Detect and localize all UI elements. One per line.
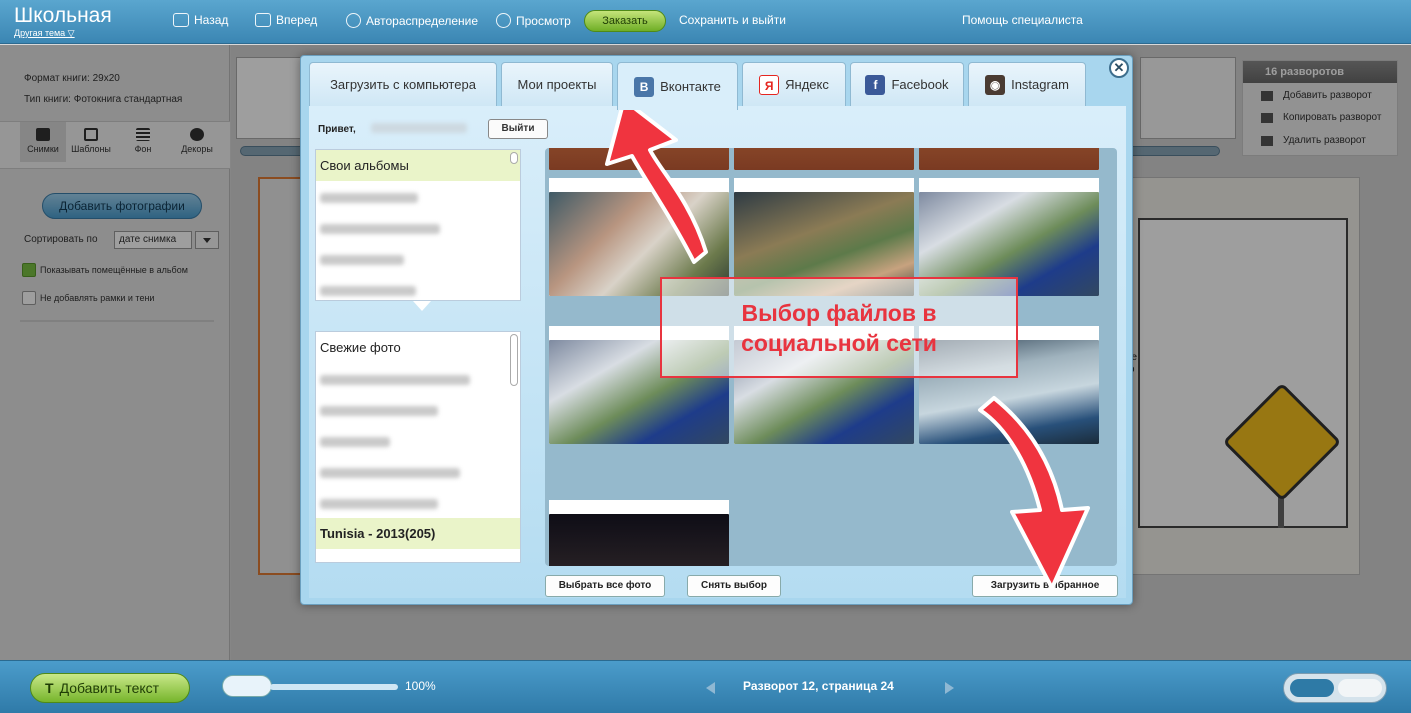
list-item[interactable] [316, 394, 520, 425]
list-item[interactable] [316, 487, 520, 518]
tab-yandex[interactable]: Я Яндекс [742, 62, 846, 106]
photo-thumb[interactable] [549, 148, 729, 170]
auto-distribute-button[interactable]: Автораспределение [346, 13, 478, 28]
scrollbar[interactable] [510, 152, 518, 164]
instagram-icon: ◉ [985, 74, 1006, 95]
add-text-button[interactable]: T Добавить текст [30, 673, 190, 703]
logout-button[interactable]: Выйти [488, 119, 548, 139]
tab-my-projects[interactable]: Мои проекты [501, 62, 613, 106]
help-link[interactable]: Помощь специалиста [962, 13, 1083, 27]
scrollbar[interactable] [510, 334, 518, 386]
list-item[interactable]: Свои альбомы [316, 150, 520, 181]
undo-icon [173, 13, 189, 27]
redo-icon [255, 13, 271, 27]
list-item[interactable] [316, 425, 520, 456]
order-button[interactable]: Заказать [584, 10, 666, 32]
zoom-level: 100% [405, 679, 436, 693]
bottom-toolbar: T Добавить текст 100% Разворот 12, страни… [0, 660, 1411, 713]
save-exit-button[interactable]: Сохранить и выйти [679, 13, 786, 27]
forward-button[interactable]: Вперед [255, 13, 317, 27]
zoom-slider[interactable] [270, 684, 398, 690]
upload-selected-button[interactable]: Загрузить выбранное [972, 575, 1118, 597]
photo-thumb[interactable] [734, 148, 914, 170]
list-item[interactable]: Свежие фото [316, 332, 520, 363]
yandex-icon: Я [759, 74, 780, 95]
select-all-button[interactable]: Выбрать все фото [545, 575, 665, 597]
list-item[interactable] [316, 212, 520, 243]
list-pointer [413, 301, 431, 320]
single-view-option[interactable] [1290, 679, 1334, 697]
facebook-icon: f [865, 74, 886, 95]
view-mode-toggle[interactable] [1283, 673, 1387, 703]
photobook-editor: Школьная Другая тема ▽ Назад Вперед Авто… [0, 0, 1411, 713]
tab-instagram[interactable]: ◉ Instagram [968, 62, 1086, 106]
change-theme-link[interactable]: Другая тема ▽ [14, 28, 75, 39]
photo-thumb[interactable] [919, 148, 1099, 170]
eye-icon [496, 13, 511, 28]
tab-facebook[interactable]: f Facebook [850, 62, 964, 106]
gear-icon [346, 13, 361, 28]
list-item[interactable] [316, 181, 520, 212]
text-icon: T [45, 680, 54, 696]
list-item[interactable] [316, 243, 520, 274]
greeting: Привет, [318, 124, 356, 135]
list-item[interactable] [316, 363, 520, 394]
tab-vkontakte[interactable]: В Вконтакте [617, 62, 738, 110]
annotation-line: социальной сети [741, 330, 937, 356]
next-spread-icon[interactable] [945, 682, 960, 694]
annotation-callout: Выбор файлов в социальной сети [660, 277, 1018, 378]
spread-page-indicator: Разворот 12, страница 24 [743, 679, 894, 693]
user-name-blurred [371, 123, 467, 133]
theme-title: Школьная [14, 4, 112, 27]
vk-icon: В [634, 76, 655, 97]
prev-spread-icon[interactable] [700, 682, 715, 694]
zoom-slider-handle[interactable] [222, 675, 272, 697]
close-icon[interactable]: ✕ [1109, 58, 1129, 78]
annotation-line: Выбор файлов в [741, 300, 937, 326]
list-item[interactable]: Tunisia - 2013(205) [316, 518, 520, 549]
tab-upload-computer[interactable]: Загрузить с компьютера [309, 62, 497, 106]
double-view-option[interactable] [1338, 679, 1382, 697]
deselect-button[interactable]: Снять выбор [687, 575, 781, 597]
albums-list: Свои альбомы [315, 149, 521, 301]
list-item[interactable] [316, 456, 520, 487]
photo-thumb[interactable] [549, 500, 729, 566]
back-button[interactable]: Назад [173, 13, 228, 27]
top-toolbar: Школьная Другая тема ▽ Назад Вперед Авто… [0, 0, 1411, 44]
photo-albums-list: Свежие фото Tunisia - 2013(205) [315, 331, 521, 563]
preview-button[interactable]: Просмотр [496, 13, 571, 28]
